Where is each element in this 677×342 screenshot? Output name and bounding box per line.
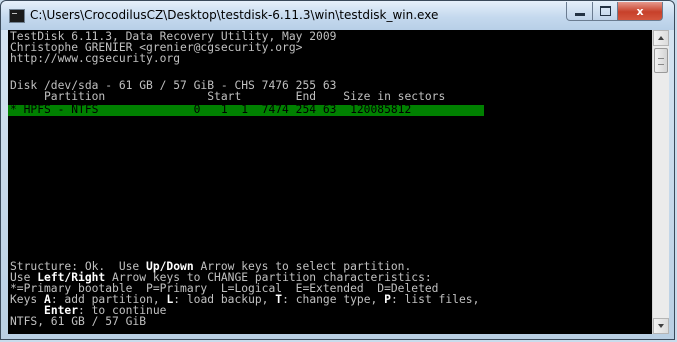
partition-column-headers: Partition Start End Size in sectors (10, 90, 446, 103)
arrow-down-icon (658, 324, 664, 328)
scroll-up-button[interactable] (653, 30, 669, 46)
selected-partition-text: * HPFS - NTFS 0 1 1 7474 254 63 12008581… (10, 103, 412, 116)
maximize-icon (599, 6, 611, 16)
footer-text: : list files, (390, 293, 480, 306)
console-output[interactable]: TestDisk 6.11.3, Data Recovery Utility, … (8, 30, 652, 334)
selected-partition-row[interactable]: * HPFS - NTFS 0 1 1 7474 254 63 12008581… (8, 103, 484, 116)
footer-text: : load backup, (173, 293, 276, 306)
close-button[interactable]: x (617, 2, 663, 21)
title-bar[interactable]: C:\Users\CrocodilusCZ\Desktop\testdisk-6… (1, 1, 674, 30)
maximize-button[interactable] (592, 2, 618, 21)
close-icon: x (636, 4, 644, 18)
header-line-3: http://www.cgsecurity.org (10, 52, 181, 65)
scrollbar-thumb[interactable] (654, 48, 668, 73)
window-title: C:\Users\CrocodilusCZ\Desktop\testdisk-6… (30, 8, 439, 22)
minimize-icon (574, 13, 585, 16)
key-p: P (384, 293, 391, 306)
scroll-down-button[interactable] (653, 318, 669, 334)
console-app-icon[interactable] (9, 9, 25, 23)
footer-line-status: NTFS, 61 GB / 57 GiB (10, 315, 147, 328)
minimize-button[interactable] (566, 2, 593, 21)
arrow-up-icon (658, 36, 664, 40)
console-window: C:\Users\CrocodilusCZ\Desktop\testdisk-6… (0, 0, 675, 340)
footer-text: : change type, (282, 293, 385, 306)
vertical-scrollbar[interactable] (652, 30, 669, 334)
